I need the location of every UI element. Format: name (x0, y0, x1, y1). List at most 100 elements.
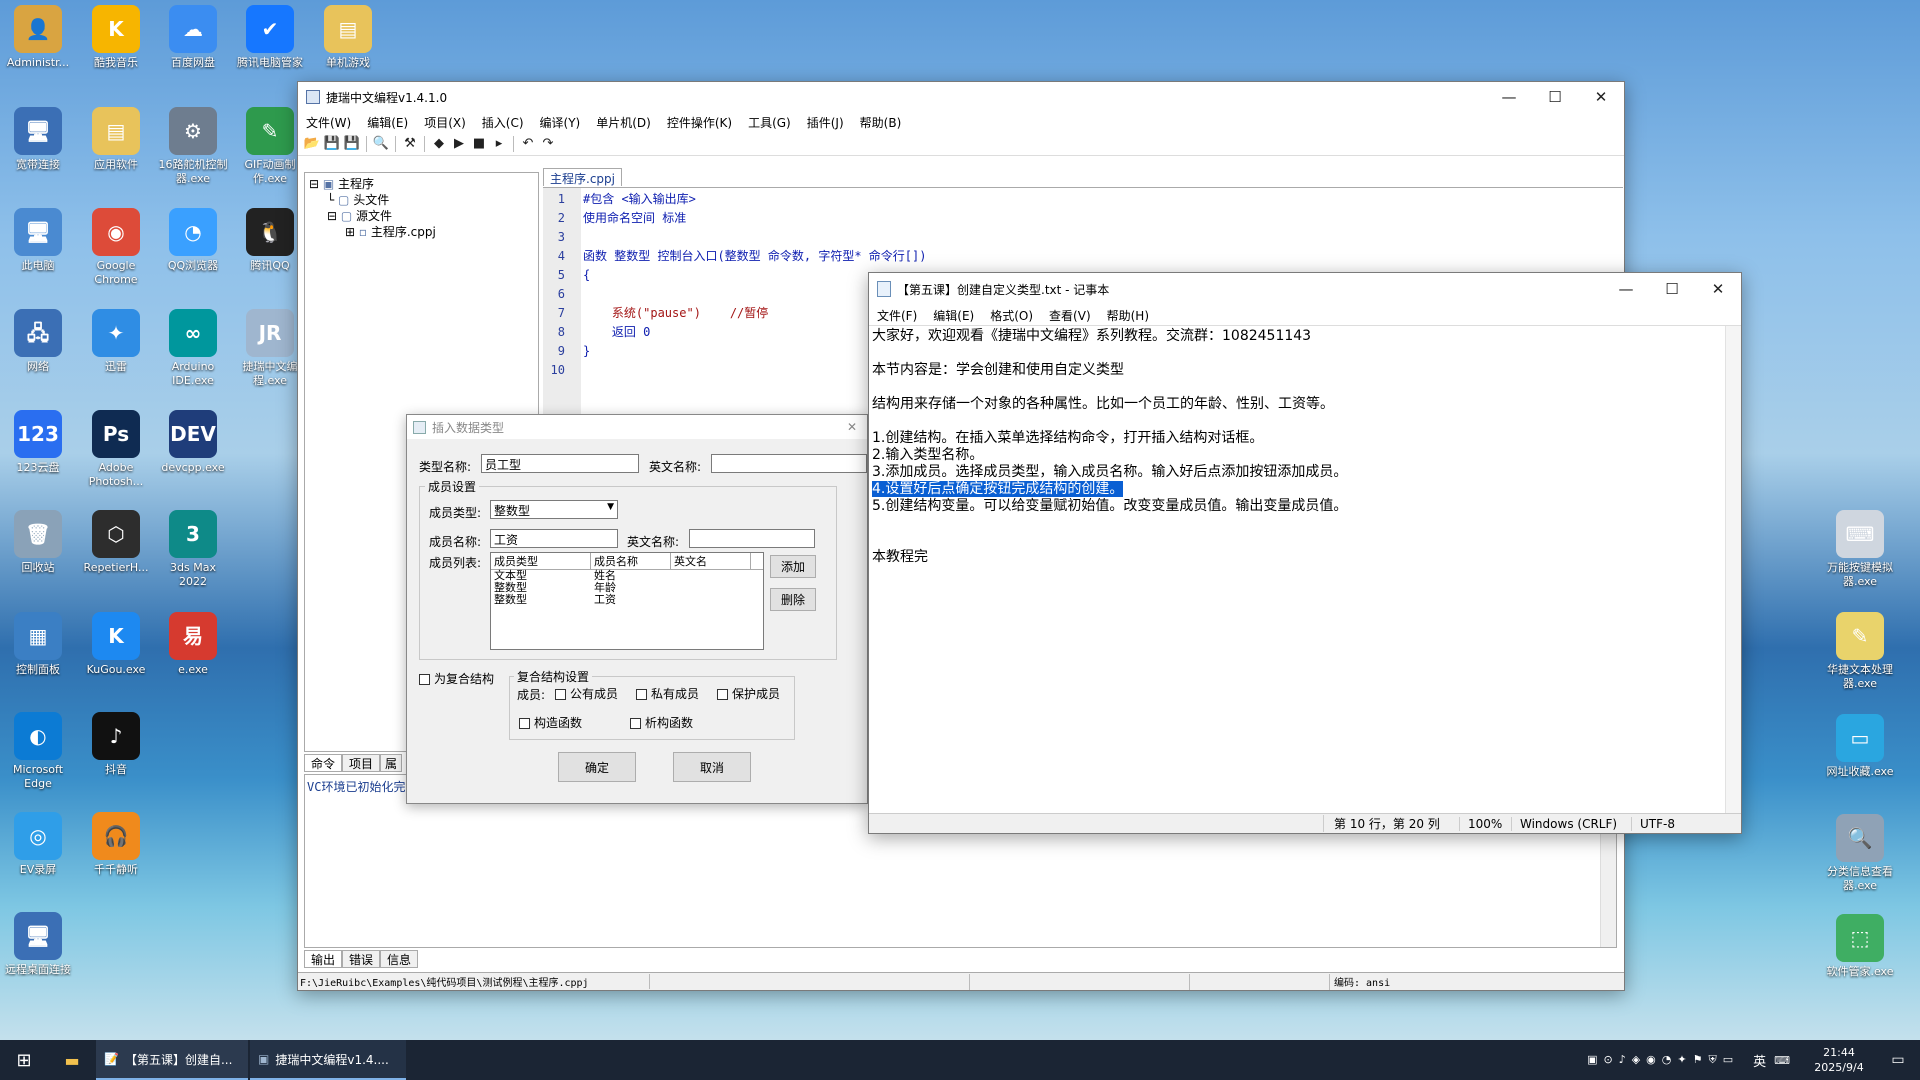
ide-menu-item[interactable]: 插入(C) (474, 114, 532, 131)
desktop-icon[interactable]: ⬚ 软件管家.exe (1822, 914, 1898, 979)
desktop-icon[interactable]: 👤 Administr... (0, 5, 76, 70)
ime-indicator[interactable]: 英 (1753, 1051, 1766, 1070)
tree-root[interactable]: ⊟ ▣ 主程序 (309, 176, 534, 192)
tray-icons[interactable]: ▣⊙♪◈◉◔✦⚑⛨▭ (1587, 1053, 1739, 1067)
open-icon[interactable]: 📂 (302, 134, 322, 154)
search-icon[interactable]: 🔍 (371, 134, 391, 154)
member-en-input[interactable] (689, 529, 815, 548)
list-item[interactable]: 整数型 工资 (494, 594, 763, 606)
add-member-button[interactable]: 添加 (770, 555, 816, 578)
tab-output[interactable]: 输出 (304, 950, 343, 968)
desktop-icon[interactable]: K 酷我音乐 (78, 5, 154, 70)
destructor-checkbox[interactable]: 析构函数 (630, 714, 693, 731)
tab-info[interactable]: 信息 (380, 950, 419, 968)
undo-icon[interactable]: ↶ (518, 134, 538, 154)
tab-project[interactable]: 项目 (342, 754, 381, 772)
ok-button[interactable]: 确定 (558, 752, 636, 782)
ide-menu-item[interactable]: 单片机(D) (588, 114, 659, 131)
list-column-header[interactable]: 成员名称 (591, 553, 671, 569)
ide-menu-item[interactable]: 文件(W) (298, 114, 359, 131)
tree-file[interactable]: ⊞ ▫ 主程序.cppj (309, 224, 534, 240)
list-column-header[interactable]: 成员类型 (491, 553, 591, 569)
tree-header[interactable]: └ ▢ 头文件 (309, 192, 534, 208)
desktop-icon[interactable]: ▦ 控制面板 (0, 612, 76, 677)
type-name-input[interactable]: 员工型 (481, 454, 639, 473)
desktop-icon[interactable]: ✦ 迅雷 (78, 309, 154, 374)
notepad-menu-item[interactable]: 帮助(H) (1099, 307, 1157, 324)
stop-icon[interactable]: ■ (469, 134, 489, 154)
tab-errors[interactable]: 错误 (342, 950, 381, 968)
maximize-icon[interactable]: ☐ (1532, 82, 1578, 112)
desktop-icon[interactable]: ▤ 单机游戏 (310, 5, 386, 70)
desktop-icon[interactable]: 🎧 千千静听 (78, 812, 154, 877)
ide-menu-item[interactable]: 工具(G) (740, 114, 799, 131)
close-icon[interactable]: ✕ (1695, 274, 1741, 304)
minimize-icon[interactable]: — (1603, 274, 1649, 304)
desktop-icon[interactable]: 3 3ds Max 2022 (155, 510, 231, 589)
desktop-icon[interactable]: DEV devcpp.exe (155, 410, 231, 475)
tab-property[interactable]: 属 (380, 754, 403, 772)
taskbar-notepad[interactable]: 📝 【第五课】创建自... (96, 1040, 248, 1080)
desktop-icon[interactable]: ☁ 百度网盘 (155, 5, 231, 70)
notepad-menu-item[interactable]: 编辑(E) (925, 307, 982, 324)
desktop-icon[interactable]: ✔ 腾讯电脑管家 (232, 5, 308, 70)
clock[interactable]: 21:44 2025/9/4 (1802, 1045, 1876, 1075)
composite-checkbox[interactable]: 为复合结构 (419, 670, 494, 687)
step-icon[interactable]: ▸ (489, 134, 509, 154)
desktop-icon[interactable]: ◐ Microsoft Edge (0, 712, 76, 791)
redo-icon[interactable]: ↷ (538, 134, 558, 154)
save-icon[interactable]: 💾 (322, 134, 342, 154)
desktop-icon[interactable]: ▭ 网址收藏.exe (1822, 714, 1898, 779)
desktop-icon[interactable]: 🖥 远程桌面连接 (0, 912, 76, 977)
selected-text[interactable]: 4.设置好后点确定按钮完成结构的创建。 (872, 481, 1124, 497)
tab-command[interactable]: 命令 (304, 754, 343, 772)
file-explorer-icon[interactable]: ▬ (48, 1051, 96, 1070)
desktop-icon[interactable]: ▤ 应用软件 (78, 107, 154, 172)
ide-menu-item[interactable]: 编辑(E) (359, 114, 416, 131)
close-icon[interactable]: ✕ (1578, 82, 1624, 112)
desktop-icon[interactable]: Ps Adobe Photosh... (78, 410, 154, 489)
notepad-scrollbar[interactable] (1725, 326, 1741, 814)
taskbar-ide[interactable]: ▣ 捷瑞中文编程v1.4.... (250, 1040, 406, 1080)
maximize-icon[interactable]: ☐ (1649, 274, 1695, 304)
desktop-icon[interactable]: ◔ QQ浏览器 (155, 208, 231, 273)
delete-member-button[interactable]: 删除 (770, 588, 816, 611)
public-member-checkbox[interactable]: 公有成员 (555, 685, 618, 702)
chevron-down-icon[interactable]: ▼ (607, 502, 614, 517)
desktop-icon[interactable]: 🖥 此电脑 (0, 208, 76, 273)
run-icon[interactable]: ▶ (449, 134, 469, 154)
desktop-icon[interactable]: 🖥 宽带连接 (0, 107, 76, 172)
desktop-icon[interactable]: K KuGou.exe (78, 612, 154, 677)
notepad-menu-item[interactable]: 文件(F) (869, 307, 925, 324)
keyboard-icon[interactable]: ⌨ (1774, 1054, 1790, 1067)
desktop-icon[interactable]: 123 123云盘 (0, 410, 76, 475)
protected-member-checkbox[interactable]: 保护成员 (717, 685, 780, 702)
notepad-text-area[interactable]: 大家好，欢迎观看《捷瑞中文编程》系列教程。交流群：1082451143 本节内容是… (869, 325, 1741, 814)
desktop-icon[interactable]: ⌨ 万能按键模拟器.exe (1822, 510, 1898, 589)
member-list[interactable]: 成员类型 成员名称 英文名 文本型 姓名 整数型 年龄 整数型 工资 (490, 552, 764, 650)
minimize-icon[interactable]: — (1486, 82, 1532, 112)
desktop-icon[interactable]: ∞ Arduino IDE.exe (155, 309, 231, 388)
ide-menu-item[interactable]: 项目(X) (416, 114, 474, 131)
member-type-select[interactable]: 整数型 ▼ (490, 500, 618, 519)
ide-menu-item[interactable]: 插件(J) (799, 114, 852, 131)
editor-tab[interactable]: 主程序.cppj (543, 168, 622, 186)
member-name-input[interactable]: 工资 (490, 529, 618, 548)
dialog-titlebar[interactable]: 插入数据类型 ✕ (407, 415, 867, 439)
desktop-icon[interactable]: ◉ Google Chrome (78, 208, 154, 287)
dialog-close-icon[interactable]: ✕ (847, 420, 867, 434)
desktop-icon[interactable]: 🖧 网络 (0, 309, 76, 374)
compile-icon[interactable]: ⚒ (400, 134, 420, 154)
ide-menu-item[interactable]: 帮助(B) (852, 114, 910, 131)
en-name-input[interactable] (711, 454, 867, 473)
desktop-icon[interactable]: ◎ EV录屏 (0, 812, 76, 877)
tree-source[interactable]: ⊟ ▢ 源文件 (309, 208, 534, 224)
build-icon[interactable]: ◆ (429, 134, 449, 154)
notepad-titlebar[interactable]: 【第五课】创建自定义类型.txt - 记事本 — ☐ ✕ (869, 273, 1741, 305)
list-item[interactable]: 文本型 姓名 (494, 570, 763, 582)
ide-menu-item[interactable]: 控件操作(K) (659, 114, 740, 131)
desktop-icon[interactable]: 🔍 分类信息查看器.exe (1822, 814, 1898, 893)
save-all-icon[interactable]: 💾 (342, 134, 362, 154)
notepad-menu-item[interactable]: 查看(V) (1041, 307, 1099, 324)
ide-menu-item[interactable]: 编译(Y) (532, 114, 589, 131)
